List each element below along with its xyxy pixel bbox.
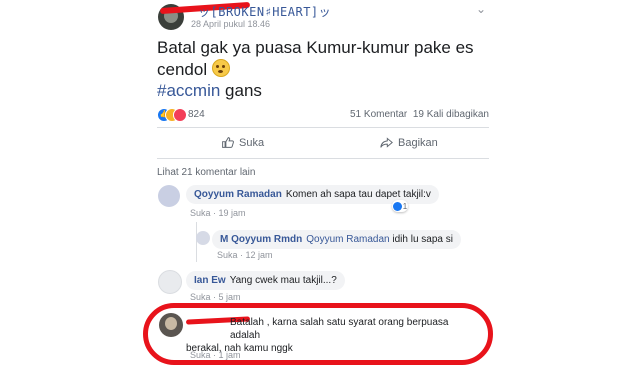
comment-time[interactable]: 19 jam	[219, 208, 246, 218]
share-arrow-icon	[380, 137, 393, 148]
comment-text: Yang cwek mau takjil...?	[229, 275, 337, 286]
hashtag-suffix: gans	[220, 81, 262, 100]
mention-link[interactable]: Qoyyum Ramadan	[306, 234, 389, 245]
shares-count[interactable]: 19 Kali dibagikan	[413, 109, 489, 120]
comment-text: Komen ah sapa tau dapet takjil:v	[285, 189, 431, 200]
love-reaction-icon[interactable]	[173, 108, 187, 122]
comment-meta: Suka · 19 jam	[190, 208, 246, 218]
comment-time[interactable]: 12 jam	[246, 250, 273, 260]
comment-reaction-count[interactable]: 1	[392, 200, 408, 212]
author-name[interactable]: ッ[BROKEN♯HEART]ッ	[198, 3, 331, 20]
comment-like-link[interactable]: Suka	[217, 250, 238, 260]
share-button[interactable]: Bagikan	[380, 136, 438, 149]
flushed-face-emoji-icon	[211, 59, 230, 77]
reactions-count[interactable]: 824	[188, 109, 205, 120]
chevron-down-icon[interactable]: ⌄	[476, 2, 486, 16]
divider	[157, 127, 489, 128]
comment-like-link[interactable]: Suka	[190, 208, 211, 218]
red-highlight-circle	[143, 303, 493, 365]
post-text: Batal gak ya puasa Kumur-kumur pake es c…	[157, 37, 477, 81]
hashtag-link[interactable]: #accmin	[157, 81, 220, 100]
commenter-avatar[interactable]	[158, 185, 180, 207]
post-hashtag-line: #accmin gans	[157, 81, 262, 101]
comment-meta: Suka · 12 jam	[217, 250, 273, 260]
view-more-comments-link[interactable]: Lihat 21 komentar lain	[157, 167, 255, 178]
commenter-name[interactable]: Ian Ew	[194, 275, 226, 286]
divider	[157, 158, 489, 159]
comment-time[interactable]: 5 jam	[219, 292, 241, 302]
thumbs-up-icon	[222, 137, 234, 148]
like-button-label: Suka	[239, 136, 265, 149]
comment-bubble: M Qoyyum Rmdn Qoyyum Ramadan idih lu sapa…	[212, 230, 461, 249]
commenter-name[interactable]: Qoyyum Ramadan	[194, 189, 282, 200]
commenter-avatar[interactable]	[158, 270, 182, 294]
post-stats: 👍 824 51 Komentar 19 Kali dibagikan	[157, 108, 489, 122]
like-button[interactable]: Suka	[221, 136, 264, 149]
post-text-content: Batal gak ya puasa Kumur-kumur pake es c…	[157, 38, 474, 79]
comment-bubble: Ian Ew Yang cwek mau takjil...?	[186, 271, 345, 290]
comment-text: idih lu sapa si	[392, 234, 453, 245]
commenter-avatar[interactable]	[196, 231, 210, 245]
post-timestamp[interactable]: 28 April pukul 18.46	[191, 19, 270, 29]
commenter-name[interactable]: M Qoyyum Rmdn	[220, 234, 302, 245]
share-button-label: Bagikan	[398, 136, 438, 149]
comment-meta: Suka · 5 jam	[190, 292, 241, 302]
comments-count[interactable]: 51 Komentar	[350, 109, 407, 120]
like-reaction-icon	[392, 201, 402, 211]
comments-shares-count: 51 Komentar 19 Kali dibagikan	[350, 109, 489, 120]
comment-like-link[interactable]: Suka	[190, 292, 211, 302]
reaction-count: 1	[402, 201, 408, 211]
